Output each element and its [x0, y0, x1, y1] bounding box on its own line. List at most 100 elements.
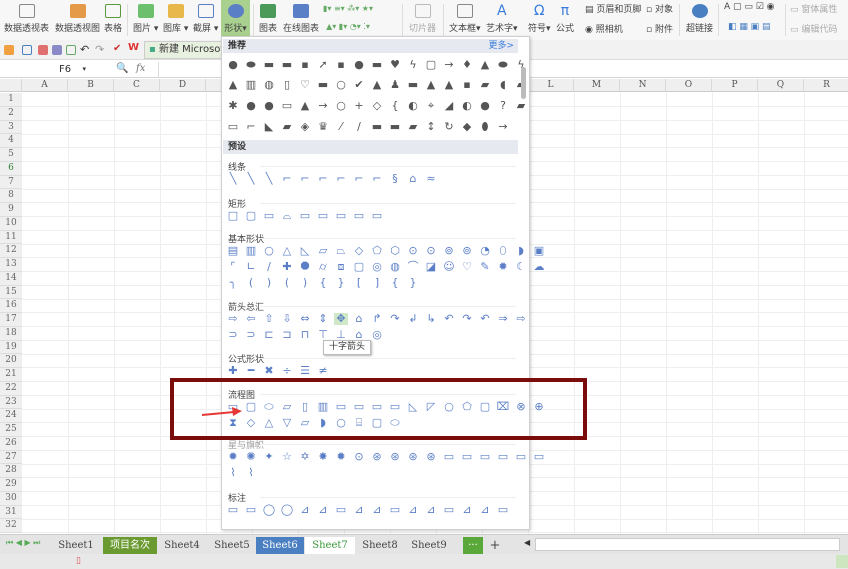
sheet-tab[interactable]: Sheet8: [356, 537, 404, 554]
row-header[interactable]: 15: [0, 285, 22, 300]
shape-icon[interactable]: ╮: [226, 277, 240, 289]
shape-icon[interactable]: ✺: [244, 451, 258, 463]
shape-icon[interactable]: ▭: [334, 210, 348, 222]
header-footer-button[interactable]: ▤ 页眉和页脚: [585, 2, 641, 15]
chart-type-buttons[interactable]: ▮▾ ≡▾ ⁂▾ ★▾ ▲▾ ▮▾ ◔▾ ⁚▾: [323, 4, 373, 31]
shape-icon[interactable]: ◇: [370, 100, 384, 112]
shape-icon[interactable]: ➚: [316, 59, 330, 71]
shape-icon[interactable]: ☆: [280, 451, 294, 463]
shape-icon[interactable]: ◐: [406, 100, 420, 112]
shape-icon[interactable]: ⇧: [262, 313, 276, 325]
row-header[interactable]: 26: [0, 436, 22, 451]
picture-button[interactable]: 图片 ▾: [133, 4, 158, 34]
shape-icon[interactable]: ⌇: [226, 467, 240, 479]
shape-icon[interactable]: ⇔: [298, 313, 312, 325]
select-all-corner[interactable]: [0, 79, 22, 92]
shape-icon[interactable]: ◍: [388, 261, 402, 273]
shape-icon[interactable]: ⬬: [496, 59, 510, 71]
shape-icon[interactable]: ⊛: [370, 451, 384, 463]
shape-icon[interactable]: ⌜: [226, 261, 240, 273]
sheet-tab[interactable]: Sheet7: [305, 537, 355, 554]
form-controls[interactable]: A ▢ ▭ ☑ ◉ ◧ ▦ ▣ ▤: [724, 2, 775, 32]
shape-icon[interactable]: ▯: [280, 79, 294, 91]
shape-icon[interactable]: ≠: [316, 365, 330, 377]
shape-icon[interactable]: ♡: [460, 261, 474, 273]
row-header[interactable]: 24: [0, 409, 22, 423]
row-header[interactable]: 16: [0, 299, 22, 313]
row-header[interactable]: 30: [0, 491, 22, 506]
sheet-tab[interactable]: Sheet4: [158, 537, 206, 554]
shape-icon[interactable]: }: [334, 277, 348, 289]
shape-icon[interactable]: ▲: [298, 100, 312, 112]
shape-icon[interactable]: ▬: [316, 79, 330, 91]
shape-icon[interactable]: ▰: [478, 79, 492, 91]
shape-icon[interactable]: ⊙: [352, 451, 366, 463]
shape-icon[interactable]: ▲: [424, 79, 438, 91]
shape-icon[interactable]: ): [262, 277, 276, 289]
shape-icon[interactable]: ⊛: [406, 451, 420, 463]
shape-icon[interactable]: ▲: [226, 79, 240, 91]
shape-icon[interactable]: ○: [334, 100, 348, 112]
sheet-tab[interactable]: Sheet6: [256, 537, 304, 554]
column-header-cell[interactable]: M: [574, 79, 620, 92]
shape-icon[interactable]: ☺: [442, 261, 456, 273]
row-header[interactable]: 10: [0, 216, 22, 231]
row-header[interactable]: 1: [0, 93, 22, 107]
row-header[interactable]: 29: [0, 478, 22, 492]
shape-icon[interactable]: ▥: [244, 245, 258, 257]
name-box[interactable]: F6 ▾: [0, 62, 130, 77]
row-header[interactable]: 8: [0, 189, 22, 203]
more-sheets-button[interactable]: ···: [463, 537, 483, 554]
row-header[interactable]: 22: [0, 381, 22, 396]
shape-icon[interactable]: ⬯: [496, 245, 510, 257]
column-header-cell[interactable]: Q: [758, 79, 804, 92]
symbol-button[interactable]: Ω 符号▾: [528, 4, 551, 34]
shape-icon[interactable]: ⊛: [388, 451, 402, 463]
horizontal-scrollbar[interactable]: [535, 538, 840, 551]
shape-icon[interactable]: ⊿: [460, 504, 474, 516]
shape-icon[interactable]: (: [244, 277, 258, 289]
shape-icon[interactable]: ⊐: [280, 329, 294, 341]
shape-icon[interactable]: ✥: [334, 313, 348, 325]
shape-icon[interactable]: }: [406, 277, 420, 289]
shape-icon[interactable]: ≈: [424, 173, 438, 185]
shape-icon[interactable]: ⇨: [514, 313, 528, 325]
shape-icon[interactable]: ▭: [352, 210, 366, 222]
row-header[interactable]: 18: [0, 326, 22, 341]
shape-icon[interactable]: ▲: [442, 79, 456, 91]
shape-icon[interactable]: ⌒: [406, 261, 420, 273]
shape-icon[interactable]: ✸: [316, 451, 330, 463]
slicer-button[interactable]: 切片器: [409, 4, 436, 34]
online-chart-button[interactable]: 在线图表: [283, 4, 319, 34]
shape-icon[interactable]: ♟: [388, 79, 402, 91]
shape-icon[interactable]: ✖: [262, 365, 276, 377]
shape-icon[interactable]: ▭: [460, 451, 474, 463]
shape-icon[interactable]: ▭: [280, 100, 294, 112]
shape-icon[interactable]: ▰: [406, 121, 420, 133]
column-header-cell[interactable]: L: [528, 79, 574, 92]
shape-icon[interactable]: ⊚: [460, 245, 474, 257]
shape-icon[interactable]: ): [298, 277, 312, 289]
column-header-cell[interactable]: N: [620, 79, 666, 92]
shape-icon[interactable]: ◇: [352, 245, 366, 257]
shape-icon[interactable]: [: [352, 277, 366, 289]
row-header[interactable]: 5: [0, 148, 22, 162]
shape-icon[interactable]: {: [316, 277, 330, 289]
shape-icon[interactable]: ∟: [244, 261, 258, 273]
shape-icon[interactable]: ▭: [370, 210, 384, 222]
shape-icon[interactable]: ▲: [370, 79, 384, 91]
shape-icon[interactable]: ▭: [388, 504, 402, 516]
shape-icon[interactable]: ⌐: [244, 121, 258, 133]
shape-icon[interactable]: ⊿: [424, 504, 438, 516]
shape-icon[interactable]: ✹: [496, 261, 510, 273]
shape-icon[interactable]: ✱: [226, 100, 240, 112]
shape-icon[interactable]: ▬: [406, 79, 420, 91]
formula-button[interactable]: π 公式: [556, 4, 574, 34]
shape-icon[interactable]: ▤: [226, 245, 240, 257]
more-link[interactable]: 更多>: [488, 39, 514, 53]
shape-icon[interactable]: ▭: [496, 504, 510, 516]
shape-icon[interactable]: ◐: [460, 100, 474, 112]
shape-icon[interactable]: ▰: [280, 121, 294, 133]
column-header-cell[interactable]: D: [160, 79, 206, 92]
sheet-tab[interactable]: 项目名次: [103, 537, 157, 554]
